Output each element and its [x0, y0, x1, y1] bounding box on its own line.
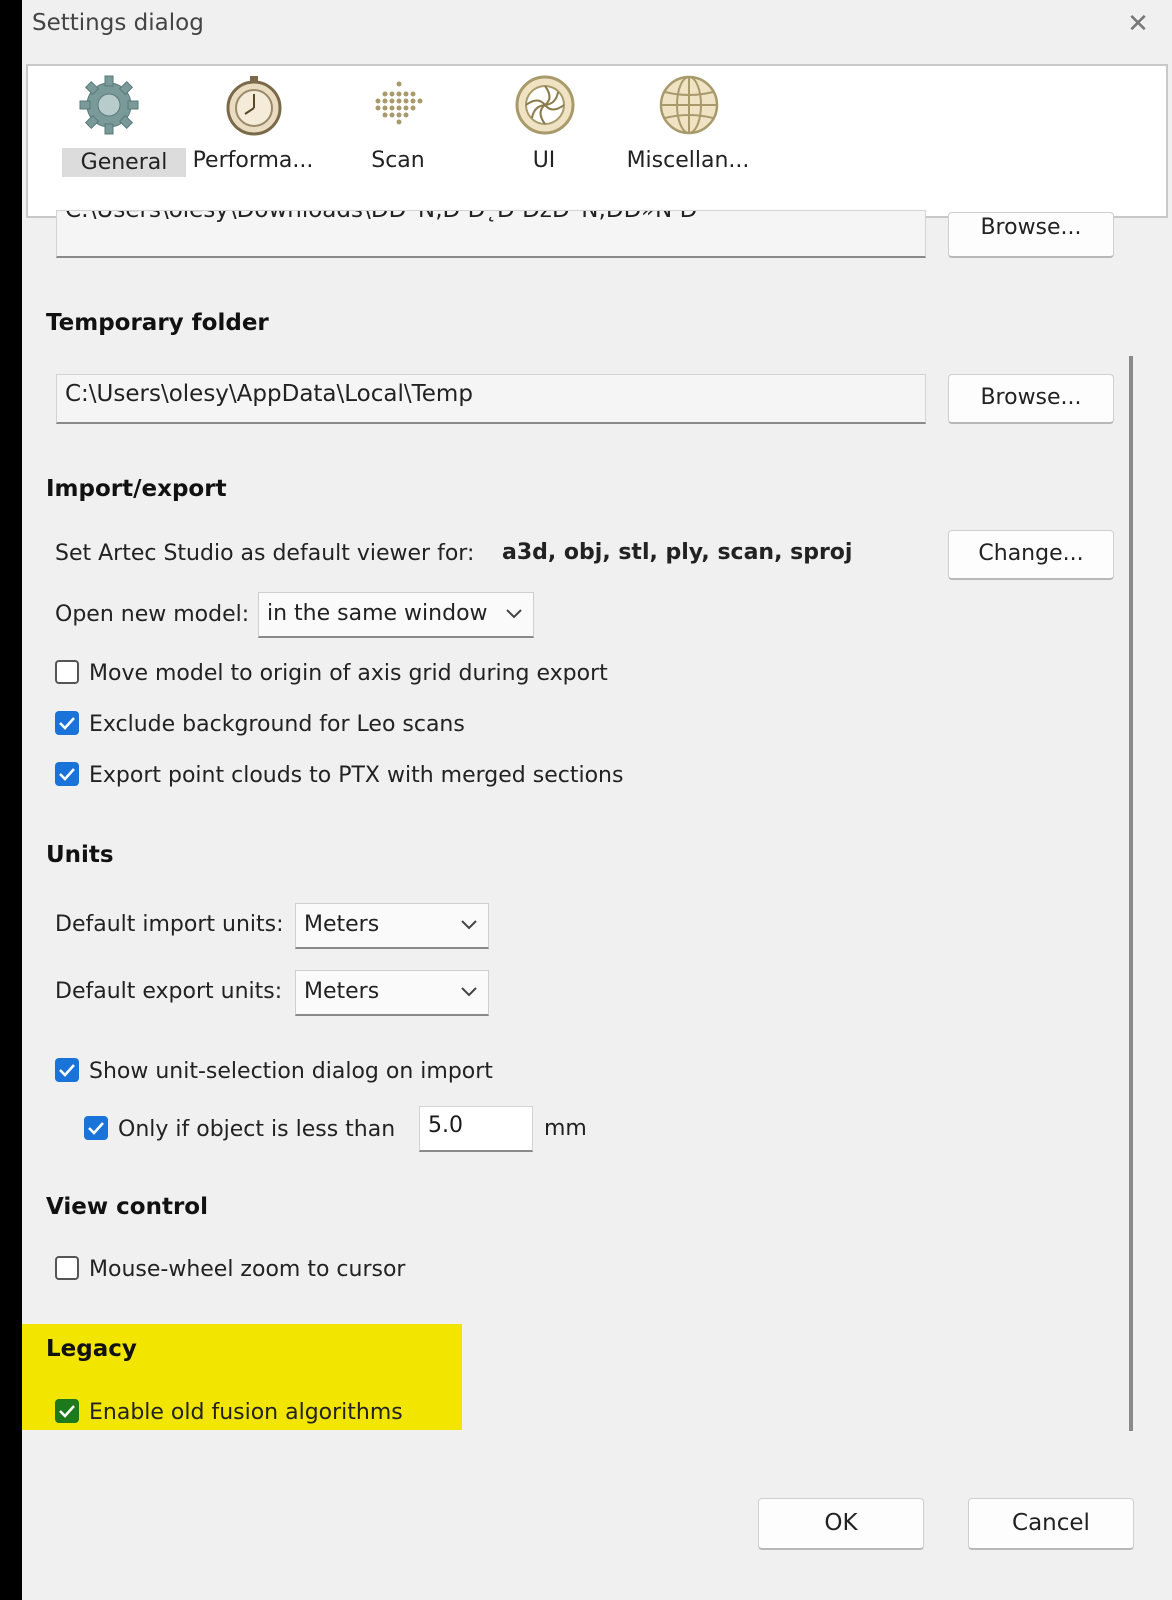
only-if-less-than-label: Only if object is less than — [118, 1117, 396, 1142]
threshold-unit-label: mm — [544, 1116, 587, 1141]
default-import-units-select[interactable]: Meters — [295, 903, 489, 949]
default-export-units-label: Default export units: — [55, 979, 283, 1004]
default-import-units-label: Default import units: — [55, 912, 284, 937]
tab-label: UI — [532, 148, 556, 173]
checkmark-icon — [88, 1122, 104, 1135]
mouse-wheel-zoom-checkbox[interactable] — [55, 1256, 79, 1280]
temporary-folder-heading: Temporary folder — [46, 310, 269, 336]
top-browse-button[interactable]: Browse... — [948, 212, 1114, 258]
default-viewer-formats: a3d, obj, stl, ply, scan, sproj — [502, 540, 853, 565]
chevron-down-icon — [506, 609, 522, 619]
chevron-down-icon — [461, 920, 477, 930]
temporary-folder-field[interactable]: C:\Users\olesy\AppData\Local\Temp — [56, 374, 926, 424]
exclude-background-checkbox[interactable] — [55, 711, 79, 735]
settings-tab-bar: General Performa... Scan UI Miscellan... — [26, 64, 1168, 218]
tab-ui[interactable]: UI — [474, 72, 614, 182]
tab-scan[interactable]: Scan — [328, 72, 468, 182]
gear-icon — [79, 75, 139, 135]
threshold-input[interactable]: 5.0 — [419, 1106, 533, 1152]
default-viewer-label: Set Artec Studio as default viewer for: — [55, 541, 475, 566]
view-control-heading: View control — [46, 1194, 208, 1220]
dialog-title: Settings dialog — [32, 10, 204, 36]
checkmark-icon — [59, 717, 75, 730]
settings-dialog: Settings dialog ✕ General Performa... Sc… — [22, 0, 1172, 1600]
globe-icon — [659, 75, 719, 135]
checkmark-icon — [59, 1405, 75, 1418]
vertical-scrollbar[interactable] — [1129, 356, 1133, 1431]
export-ptx-label: Export point clouds to PTX with merged s… — [89, 763, 624, 788]
top-path-field[interactable]: C:\Users\olesy\Downloads\ĐĐ¨Ń‚Đ Đ˛Đ ĐžĐ¨… — [56, 210, 926, 258]
only-if-less-than-checkbox[interactable] — [84, 1116, 108, 1140]
open-new-model-label: Open new model: — [55, 602, 250, 627]
change-default-viewer-button[interactable]: Change... — [948, 530, 1114, 580]
dot-grid-icon — [375, 81, 423, 125]
default-export-units-select[interactable]: Meters — [295, 970, 489, 1016]
import-export-heading: Import/export — [46, 476, 227, 502]
tab-miscellaneous[interactable]: Miscellan... — [618, 72, 758, 182]
tab-label: Miscellan... — [626, 148, 750, 173]
show-unit-dialog-checkbox[interactable] — [55, 1058, 79, 1082]
tab-general[interactable]: General — [38, 72, 186, 182]
aperture-icon — [515, 75, 575, 135]
temporary-folder-browse-button[interactable]: Browse... — [948, 374, 1114, 424]
export-ptx-checkbox[interactable] — [55, 762, 79, 786]
exclude-background-label: Exclude background for Leo scans — [89, 712, 465, 737]
tab-label: Performa... — [192, 148, 314, 173]
tab-performance[interactable]: Performa... — [183, 72, 323, 182]
close-button[interactable]: ✕ — [1120, 6, 1156, 42]
ok-button[interactable]: OK — [758, 1498, 924, 1550]
stopwatch-icon — [226, 76, 282, 136]
checkmark-icon — [59, 768, 75, 781]
units-heading: Units — [46, 842, 114, 868]
title-bar: Settings dialog ✕ — [22, 0, 1172, 52]
checkmark-icon — [59, 1064, 75, 1077]
show-unit-dialog-label: Show unit-selection dialog on import — [89, 1059, 493, 1084]
legacy-heading: Legacy — [46, 1336, 137, 1362]
old-fusion-checkbox[interactable] — [55, 1399, 79, 1423]
mouse-wheel-zoom-label: Mouse-wheel zoom to cursor — [89, 1257, 406, 1282]
tab-label: Scan — [371, 148, 425, 173]
move-to-origin-checkbox[interactable] — [55, 660, 79, 684]
chevron-down-icon — [461, 987, 477, 997]
general-settings-panel: C:\Users\olesy\Downloads\ĐĐ¨Ń‚Đ Đ˛Đ ĐžĐ¨… — [22, 210, 1172, 1478]
open-new-model-select[interactable]: in the same window — [258, 592, 534, 638]
move-to-origin-label: Move model to origin of axis grid during… — [89, 661, 608, 686]
old-fusion-label: Enable old fusion algorithms — [89, 1400, 403, 1425]
tab-label: General — [62, 148, 186, 177]
cancel-button[interactable]: Cancel — [968, 1498, 1134, 1550]
